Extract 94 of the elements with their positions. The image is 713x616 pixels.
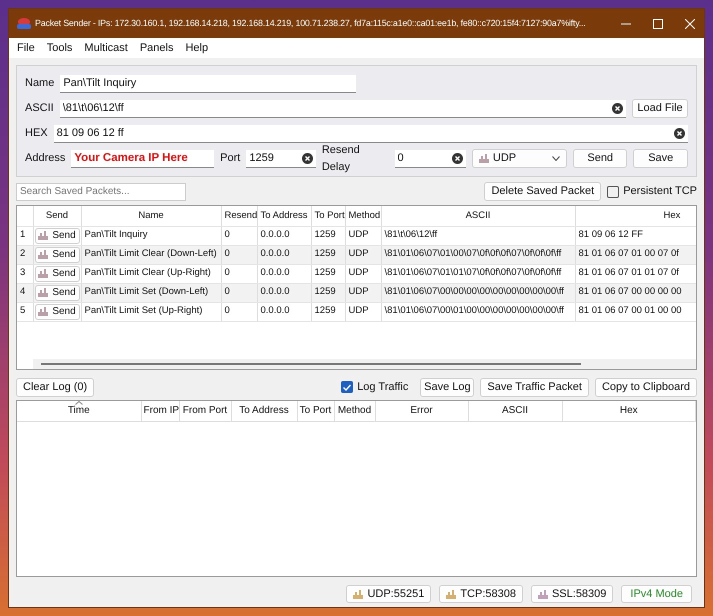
column-header[interactable]: To Address bbox=[231, 401, 297, 421]
menu-item[interactable]: Help bbox=[179, 40, 214, 56]
table-cell: 81 01 06 07 00 01 00 00 bbox=[575, 302, 696, 321]
send-button[interactable]: Send bbox=[34, 284, 80, 300]
table-cell: Pan\Tilt Limit Set (Up-Right) bbox=[81, 302, 221, 321]
window-title: Packet Sender - IPs: 172.30.160.1, 192.168.14.218, 192.168.14.219, 100.71.238.27, fd7a:115c:a1e0::ca01:ee1b, fe80::c720:15f4:7127:90a7%ifty... bbox=[35, 16, 587, 30]
column-header[interactable]: Method bbox=[345, 206, 381, 226]
column-header[interactable]: ASCII bbox=[381, 206, 575, 226]
table-cell: 0 bbox=[221, 226, 257, 245]
table-cell: 1259 bbox=[311, 302, 345, 321]
column-header[interactable]: Name bbox=[81, 206, 221, 226]
column-header[interactable]: Method bbox=[334, 401, 375, 421]
table-cell: 0.0.0.0 bbox=[257, 302, 311, 321]
table-cell: \81\01\06\07\00\00\00\00\00\00\00\00\00\ff bbox=[381, 283, 575, 302]
column-header[interactable]: To Address bbox=[257, 206, 311, 226]
persistent-tcp-checkbox[interactable]: Persistent TCP bbox=[607, 183, 697, 200]
table-cell: Pan\Tilt Limit Clear (Up-Right) bbox=[81, 264, 221, 283]
menu-item[interactable]: Panels bbox=[134, 40, 180, 56]
table-cell: 1259 bbox=[311, 245, 345, 264]
send-button[interactable]: Send bbox=[572, 149, 628, 168]
save-traffic-packet-button[interactable]: Save Traffic Packet bbox=[480, 378, 589, 396]
table-cell: \81\t\06\12\ff bbox=[381, 226, 575, 245]
copy-to-clipboard-button[interactable]: Copy to Clipboard bbox=[594, 378, 697, 396]
column-header[interactable]: Hex bbox=[562, 401, 696, 421]
table-cell: \81\01\06\07\01\01\07\0f\0f\0f\07\0f\0f\0f\ff bbox=[381, 264, 575, 283]
column-header[interactable]: Send bbox=[33, 206, 81, 226]
table-cell: UDP bbox=[345, 264, 381, 283]
send-button[interactable]: Send bbox=[34, 228, 80, 244]
send-button[interactable]: Send bbox=[34, 304, 80, 320]
table-cell: Pan\Tilt Limit Set (Down-Left) bbox=[81, 283, 221, 302]
port-field[interactable]: 1259 bbox=[246, 150, 316, 168]
clear-log-button[interactable]: Clear Log (0) bbox=[16, 378, 94, 396]
table-cell: 1259 bbox=[311, 283, 345, 302]
table-cell: 0.0.0.0 bbox=[257, 226, 311, 245]
table-cell: 0 bbox=[221, 264, 257, 283]
column-header[interactable]: ASCII bbox=[468, 401, 562, 421]
status-button[interactable]: IPv4 Mode bbox=[621, 585, 692, 603]
status-button[interactable]: TCP:58308 bbox=[439, 585, 523, 603]
load-file-button[interactable]: Load File bbox=[632, 99, 688, 118]
table-cell: 1259 bbox=[311, 264, 345, 283]
row-number: 3 bbox=[17, 264, 33, 283]
hex-field[interactable]: 81 09 06 12 ff bbox=[54, 124, 688, 142]
table-cell: 81 01 06 07 00 00 00 00 bbox=[575, 283, 696, 302]
table-cell: Pan\Tilt Inquiry bbox=[81, 226, 221, 245]
table-cell: \81\01\06\07\01\00\07\0f\0f\0f\07\0f\0f\0f\ff bbox=[381, 245, 575, 264]
table-cell: UDP bbox=[345, 245, 381, 264]
table-cell: UDP bbox=[345, 283, 381, 302]
column-header[interactable]: From IP bbox=[141, 401, 179, 421]
address-field[interactable]: Your Camera IP Here bbox=[71, 150, 214, 168]
search-field[interactable]: Search Saved Packets... bbox=[16, 182, 186, 200]
column-header[interactable]: Time bbox=[17, 401, 141, 421]
status-button[interactable]: SSL:58309 bbox=[530, 585, 614, 603]
save-button[interactable]: Save bbox=[633, 149, 688, 168]
column-header[interactable]: From Port bbox=[179, 401, 231, 421]
row-number: 5 bbox=[17, 302, 33, 321]
table-cell: 81 09 06 12 FF bbox=[575, 226, 696, 245]
send-button[interactable]: Send bbox=[34, 266, 80, 282]
menu-item[interactable]: Multicast bbox=[78, 40, 134, 56]
table-cell: 0 bbox=[221, 283, 257, 302]
name-field[interactable]: Pan\Tilt Inquiry bbox=[60, 74, 356, 92]
table-cell: UDP bbox=[345, 226, 381, 245]
table-cell: 0 bbox=[221, 245, 257, 264]
table-cell: 81 01 06 07 01 00 07 0f bbox=[575, 245, 696, 264]
save-log-button[interactable]: Save Log bbox=[420, 378, 474, 396]
field-label: Resend Delay bbox=[322, 143, 361, 174]
field-label: HEX bbox=[25, 126, 48, 142]
column-header[interactable]: To Port bbox=[297, 401, 334, 421]
field-label: Address bbox=[25, 151, 66, 166]
table-cell: 0.0.0.0 bbox=[257, 264, 311, 283]
delete-saved-packet-button[interactable]: Delete Saved Packet bbox=[484, 182, 602, 201]
status-button[interactable]: UDP:55251 bbox=[346, 585, 432, 603]
protocol-dropdown[interactable]: UDP bbox=[472, 149, 567, 168]
field-label: ASCII bbox=[25, 101, 54, 116]
table-cell: 0.0.0.0 bbox=[257, 245, 311, 264]
row-number: 4 bbox=[17, 283, 33, 302]
column-header[interactable]: Error bbox=[375, 401, 468, 421]
table-cell: 0 bbox=[221, 302, 257, 321]
table-cell: UDP bbox=[345, 302, 381, 321]
table-cell: 81 01 06 07 01 01 07 0f bbox=[575, 264, 696, 283]
ascii-field[interactable]: \81\t\06\12\ff bbox=[60, 100, 626, 118]
menu-item[interactable]: Tools bbox=[40, 40, 78, 56]
table-cell: 1259 bbox=[311, 226, 345, 245]
field-label: Port bbox=[220, 151, 240, 166]
field-label: Name bbox=[25, 76, 54, 92]
row-number: 2 bbox=[17, 245, 33, 264]
row-number: 1 bbox=[17, 226, 33, 245]
table-cell: Pan\Tilt Limit Clear (Down-Left) bbox=[81, 245, 221, 264]
menu-item[interactable]: File bbox=[11, 40, 41, 56]
resend-delay-field[interactable]: 0 bbox=[394, 150, 466, 168]
log-traffic-checkbox[interactable]: Log Traffic bbox=[341, 378, 408, 396]
send-button[interactable]: Send bbox=[34, 246, 80, 262]
table-cell: 0.0.0.0 bbox=[257, 283, 311, 302]
table-cell: \81\01\06\07\00\01\00\00\00\00\00\00\00\ff bbox=[381, 302, 575, 321]
column-header[interactable]: Hex bbox=[575, 206, 696, 226]
